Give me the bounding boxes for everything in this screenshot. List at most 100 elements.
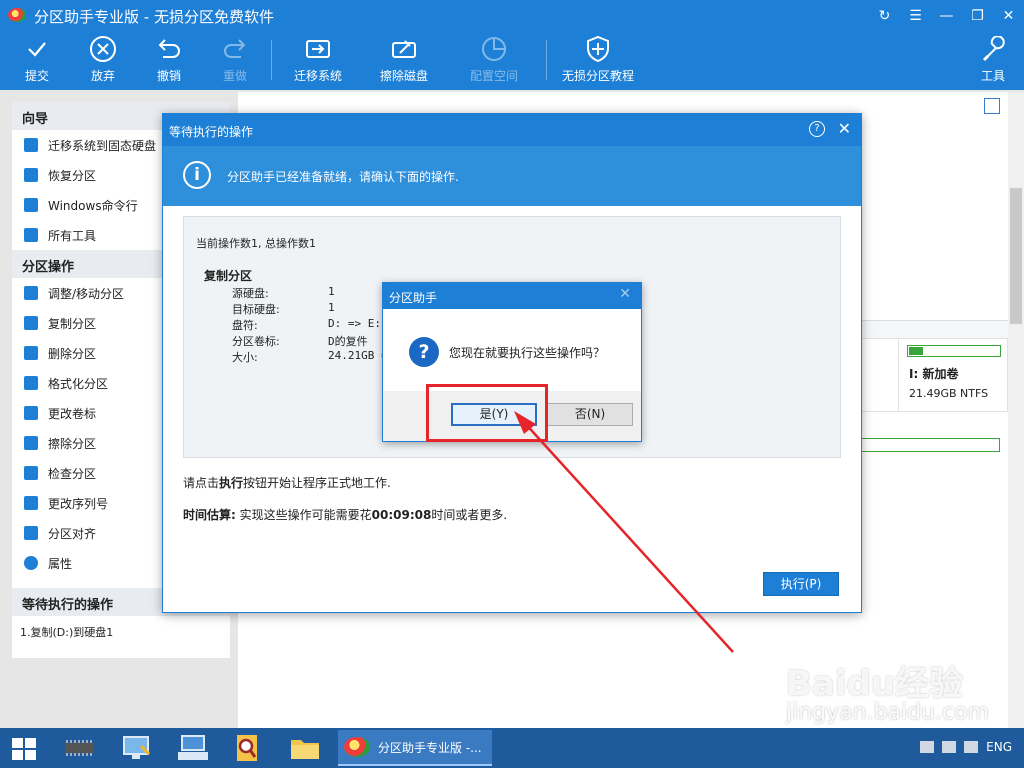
system-tray: ENG xyxy=(920,740,1012,754)
volume-name: I: 新加卷 xyxy=(909,367,959,381)
allocate-space-button[interactable]: 配置空间 xyxy=(466,32,522,90)
menu-icon[interactable]: ☰ xyxy=(900,0,931,32)
volume-info: 21.49GB NTFS xyxy=(909,387,989,400)
toolbar-label: 撤销 xyxy=(156,69,181,83)
migrate-os-button[interactable]: 迁移系统 xyxy=(290,32,346,90)
refresh-icon[interactable]: ↻ xyxy=(869,0,900,32)
migrate-icon xyxy=(24,138,38,152)
sidebar-item-label: 属性 xyxy=(48,556,73,571)
undo-icon xyxy=(155,32,183,66)
restore-icon[interactable]: ❐ xyxy=(962,0,993,32)
info-icon: i xyxy=(183,161,211,189)
app-logo-icon xyxy=(344,737,370,757)
no-button[interactable]: 否(N) xyxy=(547,403,633,426)
detail-key: 源硬盘: xyxy=(232,287,269,300)
estimate-suffix: 时间或者更多. xyxy=(431,508,508,522)
partition-card-i[interactable]: I: 新加卷 21.49GB NTFS xyxy=(898,338,1008,412)
pending-operation-item[interactable]: 1.复制(D:)到硬盘1 xyxy=(12,616,230,646)
sidebar-item-label: 分区对齐 xyxy=(48,526,97,541)
sidebar-item-label: 更改卷标 xyxy=(48,406,97,421)
window-controls: ↻ ☰ — ❐ ✕ xyxy=(869,0,1024,32)
redo-icon xyxy=(221,32,249,66)
detail-value: D: => E: xyxy=(328,317,381,330)
wipe-disk-button[interactable]: 擦除磁盘 xyxy=(376,32,432,90)
operation-name: 复制分区 xyxy=(204,269,253,283)
scrollbar-thumb[interactable] xyxy=(1010,188,1022,324)
taskbar: 分区助手专业版 -... ENG xyxy=(0,728,1024,768)
minimize-icon[interactable]: — xyxy=(931,0,962,32)
execute-button[interactable]: 执行(P) xyxy=(763,572,839,596)
eraser-icon xyxy=(24,436,38,450)
redo-button[interactable]: 重做 xyxy=(216,32,254,90)
execute-hint: 请点击执行按钮开始让程序正式地工作. xyxy=(183,474,391,491)
windows-start-icon[interactable] xyxy=(12,738,36,760)
toolbar-label: 放弃 xyxy=(90,69,115,83)
detail-key: 分区卷标: xyxy=(232,335,280,348)
sidebar-item-label: 恢复分区 xyxy=(48,168,97,183)
estimate-text: 实现这些操作可能需要花 xyxy=(235,508,372,522)
sidebar-item-label: 迁移系统到固态硬盘 xyxy=(48,138,157,153)
detail-value: D的复件 xyxy=(328,335,368,348)
confirm-question: 您现在就要执行这些操作吗？ xyxy=(449,346,606,360)
watermark-brand: Baidu经验 xyxy=(786,664,964,704)
allocate-space-icon xyxy=(480,32,508,66)
chip-app-icon[interactable] xyxy=(56,732,102,764)
tools-button[interactable]: 工具 xyxy=(976,32,1010,90)
toolbar-label: 提交 xyxy=(24,69,49,83)
serial-icon xyxy=(24,496,38,510)
migrate-icon xyxy=(304,32,332,66)
sidebar-item-label: 删除分区 xyxy=(48,346,97,361)
network-icon[interactable] xyxy=(920,741,935,753)
hint-suffix: 按钮开始让程序正式地工作. xyxy=(243,476,391,490)
volume-icon[interactable] xyxy=(964,741,979,753)
search-app-icon[interactable] xyxy=(224,732,270,764)
display-icon[interactable] xyxy=(942,741,957,753)
time-estimate: 时间估算: 实现这些操作可能需要花00:09:08时间或者更多. xyxy=(183,506,507,523)
usage-bar xyxy=(907,345,1001,357)
estimate-time: 00:09:08 xyxy=(371,508,432,522)
discard-button[interactable]: 放弃 xyxy=(84,32,122,90)
folder-app-icon[interactable] xyxy=(282,732,328,764)
sidebar-item-label: 检查分区 xyxy=(48,466,97,481)
commit-button[interactable]: 提交 xyxy=(18,32,56,90)
close-icon[interactable]: ✕ xyxy=(619,286,631,302)
sidebar-item-label: Windows命令行 xyxy=(48,198,138,213)
windows-icon xyxy=(24,198,38,212)
toolbar-label: 无损分区教程 xyxy=(561,69,634,83)
vertical-scrollbar[interactable] xyxy=(1008,92,1024,728)
operation-count: 当前操作数1, 总操作数1 xyxy=(196,237,316,250)
toolbar-label: 迁移系统 xyxy=(293,69,342,83)
partition-tutorial-button[interactable]: 无损分区教程 xyxy=(558,32,638,90)
resize-icon xyxy=(24,286,38,300)
language-indicator[interactable]: ENG xyxy=(986,740,1012,754)
undo-button[interactable]: 撤销 xyxy=(150,32,188,90)
format-icon xyxy=(24,376,38,390)
estimate-label: 时间估算: xyxy=(183,508,236,522)
copy-icon xyxy=(24,316,38,330)
recover-icon xyxy=(24,168,38,182)
detail-key: 盘符: xyxy=(232,319,258,332)
magnifier-icon xyxy=(24,466,38,480)
detail-value: 1 xyxy=(328,301,335,314)
close-icon[interactable]: ✕ xyxy=(838,119,851,138)
align-icon xyxy=(24,526,38,540)
dialog-title-bar: 等待执行的操作 ? ✕ xyxy=(163,114,861,146)
detail-value: 24.21GB = xyxy=(328,349,388,362)
computer-app-icon[interactable] xyxy=(114,732,160,764)
confirm-title: 分区助手 xyxy=(389,291,438,305)
help-icon[interactable]: ? xyxy=(809,121,825,137)
keyboard-app-icon[interactable] xyxy=(170,732,216,764)
window-title: 分区助手专业版 - 无损分区免费软件 xyxy=(34,8,274,26)
toolbar-label: 重做 xyxy=(222,69,247,83)
partition-bar[interactable] xyxy=(858,438,1000,452)
question-icon: ? xyxy=(409,337,439,367)
banner-message: 分区助手已经准备就绪，请确认下面的操作. xyxy=(227,170,459,184)
toolbar-label: 配置空间 xyxy=(469,69,518,83)
detail-value: 1 xyxy=(328,285,335,298)
close-icon[interactable]: ✕ xyxy=(993,0,1024,32)
trash-icon xyxy=(24,346,38,360)
sidebar-item-label: 更改序列号 xyxy=(48,496,109,511)
confirm-title-bar: 分区助手 ✕ xyxy=(383,283,641,309)
view-toggle-icon[interactable] xyxy=(984,98,1000,114)
active-task-button[interactable]: 分区助手专业版 -... xyxy=(338,730,492,766)
